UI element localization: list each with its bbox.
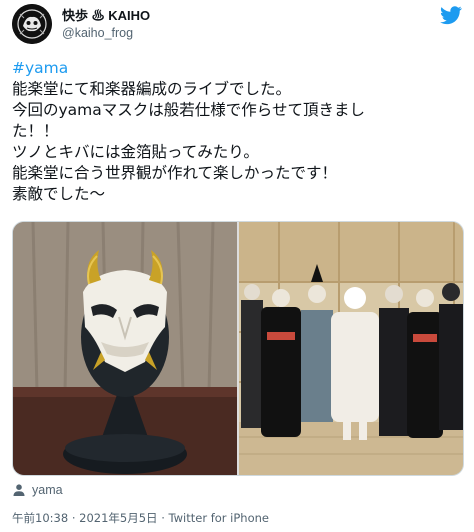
tweet-source[interactable]: Twitter for iPhone <box>169 511 270 525</box>
tagged-user-name: yama <box>32 483 63 497</box>
photo-group-noh-stage[interactable] <box>239 222 463 475</box>
tweet-header: 快歩 ♨ KAIHO @kaiho_frog <box>12 4 462 50</box>
photo-hannya-mask[interactable] <box>13 222 237 475</box>
hashtag-link[interactable]: #yama <box>12 58 464 79</box>
meta-separator-2: · <box>161 511 165 525</box>
tweet-text-line-5: 能楽堂に合う世界観が作れて楽しかったです！ <box>12 164 338 182</box>
person-icon <box>12 483 26 497</box>
tagged-users[interactable]: yama <box>12 481 63 499</box>
tweet-text-line-4: ツノとキバには金箔貼ってみたり。 <box>12 143 259 161</box>
twitter-bird-icon[interactable] <box>440 4 462 26</box>
tweet-text-line-1: 能楽堂にて和楽器編成のライブでした。 <box>12 80 292 98</box>
tweet-text-line-6: 素敵でした〜 <box>12 185 106 203</box>
avatar[interactable] <box>12 4 52 44</box>
tweet-metadata: 午前10:38 · 2021年5月5日 · Twitter for iPhone <box>12 510 269 526</box>
tweet-text-line-3: た！！ <box>12 122 59 140</box>
display-name[interactable]: 快歩 ♨ KAIHO <box>62 8 150 24</box>
user-handle[interactable]: @kaiho_frog <box>62 25 150 42</box>
user-names: 快歩 ♨ KAIHO @kaiho_frog <box>62 8 150 42</box>
tweet-time[interactable]: 午前10:38 <box>12 511 68 525</box>
tweet-date[interactable]: 2021年5月5日 <box>79 511 157 525</box>
tweet-card: 快歩 ♨ KAIHO @kaiho_frog #yama 能楽堂にて和楽器編成の… <box>0 0 474 532</box>
tweet-text: #yama 能楽堂にて和楽器編成のライブでした。 今回のyamaマスクは般若仕様… <box>12 58 464 205</box>
meta-separator: · <box>71 511 76 525</box>
tweet-text-line-2: 今回のyamaマスクは般若仕様で作らせて頂きまし <box>12 101 365 119</box>
media-grid <box>12 221 464 476</box>
avatar-image <box>12 4 52 44</box>
